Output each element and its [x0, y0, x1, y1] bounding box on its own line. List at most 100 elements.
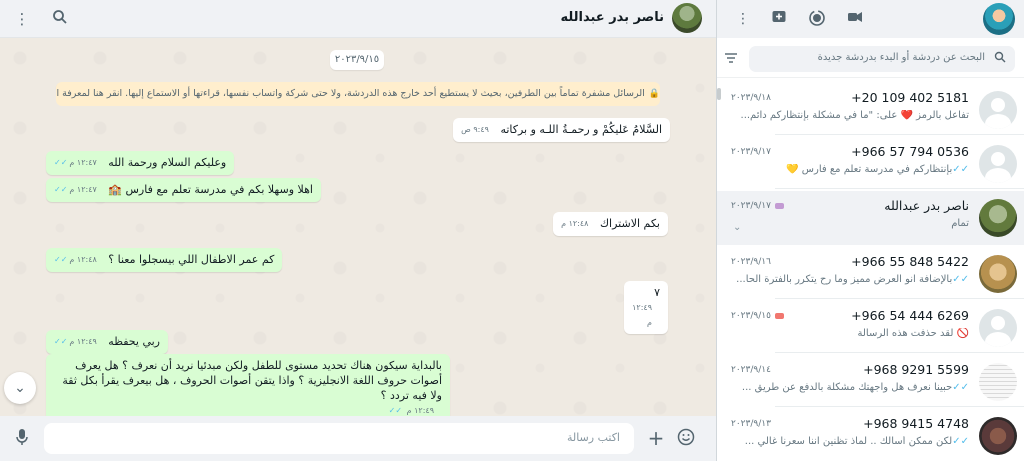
more-options-icon[interactable]: ⋮ — [733, 9, 753, 29]
chat-header[interactable]: ⋮ ناصر بدر عبدالله — [0, 0, 716, 38]
message-text: ربي يحفظه — [108, 335, 160, 348]
chat-date: ٢٠٢٣/٩/١٧ — [731, 201, 771, 211]
contact-avatar[interactable] — [672, 3, 702, 33]
chat-preview: ✓✓حبينا نعرف هل واجهتك مشكلة بالدفع عن ط… — [741, 382, 969, 393]
encryption-notice[interactable]: 🔒الرسائل مشفرة تماماً بين الطرفين، بحيث … — [56, 82, 660, 106]
chat-list-item[interactable]: +966 55 848 5422 ٢٠٢٣/٩/١٦ ✓✓بالإضافة ان… — [717, 247, 1024, 299]
status-icon[interactable] — [807, 9, 827, 29]
search-input[interactable]: البحث عن دردشة أو البدء بدردشة جديدة — [749, 46, 1015, 72]
label-tag-icon — [775, 313, 784, 319]
chat-list-item[interactable]: +966 54 444 6269 ٢٠٢٣/٩/١٥ 🚫 لقد حذفت هذ… — [717, 301, 1024, 353]
chat-list-item-active[interactable]: ناصر بدر عبدالله ٢٠٢٣/٩/١٧ تمام ⌄ — [717, 191, 1024, 245]
chat-name: +966 54 444 6269 — [851, 308, 969, 323]
read-tick-icon: ✓✓ — [54, 158, 68, 167]
message-text: ٧ — [654, 286, 660, 299]
message-area: ٢٠٢٣/٩/١٥ 🔒الرسائل مشفرة تماماً بين الطر… — [0, 38, 716, 416]
chat-date: ٢٠٢٣/٩/١٧ — [731, 147, 771, 157]
message-time: ١٢:٤٨ م — [561, 219, 589, 228]
chevron-down-icon[interactable]: ⌄ — [733, 222, 741, 233]
chat-name: +20 109 402 5181 — [851, 90, 969, 105]
message-time: ١٢:٤٩ م — [632, 303, 652, 327]
avatar — [979, 363, 1017, 401]
chat-name: +966 55 848 5422 — [851, 254, 969, 269]
search-icon — [994, 51, 1006, 66]
read-tick-icon: ✓✓ — [952, 436, 969, 447]
communities-icon[interactable] — [845, 9, 865, 29]
read-tick-icon: ✓✓ — [952, 274, 969, 285]
chat-list-item[interactable]: +968 9291 5599 ٢٠٢٣/٩/١٤ ✓✓حبينا نعرف هل… — [717, 355, 1024, 407]
divider — [775, 134, 1024, 135]
divider — [775, 406, 1024, 407]
chat-date: ٢٠٢٣/٩/١٨ — [731, 93, 771, 103]
scroll-down-button[interactable]: ⌄ — [4, 372, 36, 404]
read-tick-icon: ✓✓ — [952, 164, 969, 175]
message-text: بالبداية سيكون هناك تحديد مستوى للطفل ول… — [62, 359, 442, 402]
read-tick-icon: ✓✓ — [54, 255, 68, 264]
chat-name: +966 57 794 0536 — [851, 144, 969, 159]
composer: اكتب رسالة + — [0, 416, 716, 461]
chat-list-item[interactable]: +968 9415 4748 ٢٠٢٣/٩/١٣ ✓✓لكن ممكن أسأل… — [717, 409, 1024, 461]
emoji-icon[interactable] — [676, 428, 696, 448]
message-time: ١٢:٤٧ م — [69, 158, 97, 167]
message-time: ١٢:٤٨ م — [69, 255, 97, 264]
avatar — [979, 417, 1017, 455]
divider — [775, 188, 1024, 189]
search-icon[interactable] — [50, 9, 70, 29]
chat-name: ناصر بدر عبدالله — [884, 198, 969, 213]
divider — [775, 352, 1024, 353]
chat-preview: ✓✓لكن ممكن أسألك .. لماذ تظنين اننا سعرن… — [744, 436, 969, 447]
message-text: السَّلامُ عَليكُمْ و رحمـةُ اللـه و بركا… — [500, 123, 662, 136]
encryption-notice-text: الرسائل مشفرة تماماً بين الطرفين، بحيث ل… — [56, 88, 645, 99]
chat-list: +20 109 402 5181 ٢٠٢٣/٩/١٨ تفاعل بالرمز … — [717, 79, 1024, 461]
chat-name: +968 9415 4748 — [863, 416, 969, 431]
message-bubble[interactable]: ٧ ١٢:٤٩ م — [624, 281, 668, 334]
chat-list-panel: ⋮ البحث عن دردشة أو البدء بدردشة جديدة +… — [716, 0, 1024, 461]
chat-preview: ✓✓بإنتظاركم في مدرسة تعلم مع فارس 💛 — [786, 164, 969, 175]
message-bubble[interactable]: وعليكم السلام ورحمة الله ١٢:٤٧ م✓✓ — [46, 151, 235, 175]
message-text: كم عمر الاطفال اللي بيسجلوا معنا ؟ — [108, 253, 275, 266]
message-time: ١٢:٤٩ م — [69, 337, 97, 346]
message-bubble[interactable]: كم عمر الاطفال اللي بيسجلوا معنا ؟ ١٢:٤٨… — [46, 248, 283, 272]
chat-preview: 🚫 لقد حذفت هذه الرسالة — [857, 328, 970, 339]
lock-icon: 🔒 — [648, 89, 660, 99]
avatar — [979, 145, 1017, 183]
profile-avatar[interactable] — [983, 3, 1015, 35]
message-input[interactable]: اكتب رسالة — [44, 423, 634, 454]
chat-panel: ⋮ ناصر بدر عبدالله ٢٠٢٣/٩/١٥ 🔒الرسائل مش… — [0, 0, 716, 461]
message-text: اهلا وسهلا بكم في مدرسة تعلم مع فارس 🏫 — [108, 183, 313, 196]
chevron-down-icon: ⌄ — [14, 380, 26, 396]
message-time: ١٢:٤٧ م — [69, 185, 97, 194]
more-options-icon[interactable]: ⋮ — [12, 9, 32, 29]
read-tick-icon: ✓✓ — [54, 337, 68, 346]
date-chip: ٢٠٢٣/٩/١٥ — [330, 50, 384, 70]
chat-preview: تمام — [951, 218, 969, 229]
avatar — [979, 309, 1017, 347]
avatar — [979, 91, 1017, 129]
attach-plus-icon[interactable]: + — [646, 428, 666, 448]
message-bubble[interactable]: اهلا وسهلا بكم في مدرسة تعلم مع فارس 🏫 ١… — [46, 178, 321, 202]
microphone-icon[interactable] — [12, 428, 32, 448]
chat-list-item[interactable]: +966 57 794 0536 ٢٠٢٣/٩/١٧ ✓✓بإنتظاركم ف… — [717, 137, 1024, 189]
message-text: وعليكم السلام ورحمة الله — [108, 156, 227, 169]
avatar — [979, 255, 1017, 293]
filter-icon[interactable] — [725, 52, 737, 66]
read-tick-icon: ✓✓ — [54, 185, 68, 194]
message-bubble[interactable]: ربي يحفظه ١٢:٤٩ م✓✓ — [46, 330, 168, 354]
message-bubble[interactable]: بكم الاشتراك ١٢:٤٨ م — [553, 212, 668, 236]
search-row: البحث عن دردشة أو البدء بدردشة جديدة — [717, 40, 1024, 78]
chat-date: ٢٠٢٣/٩/١٤ — [731, 365, 771, 375]
message-time: ١٢:٤٩ م — [406, 406, 434, 415]
search-placeholder: البحث عن دردشة أو البدء بدردشة جديدة — [817, 52, 985, 63]
chat-preview: تفاعل بالرمز ❤️ على: "ما في مشكلة بإنتظا… — [740, 110, 969, 121]
chat-list-item[interactable]: +20 109 402 5181 ٢٠٢٣/٩/١٨ تفاعل بالرمز … — [717, 83, 1024, 135]
message-bubble[interactable]: السَّلامُ عَليكُمْ و رحمـةُ اللـه و بركا… — [453, 118, 670, 142]
chat-date: ٢٠٢٣/٩/١٦ — [731, 257, 771, 267]
new-chat-icon[interactable] — [769, 9, 789, 29]
read-tick-icon: ✓✓ — [388, 406, 403, 415]
message-bubble[interactable]: بالبداية سيكون هناك تحديد مستوى للطفل ول… — [46, 354, 450, 416]
contact-name[interactable]: ناصر بدر عبدالله — [560, 10, 664, 25]
message-time: ٩:٤٩ ص — [461, 125, 489, 134]
avatar — [979, 199, 1017, 237]
chat-preview: ✓✓بالإضافة انو العرض مميز وما رح يتكرر ب… — [737, 274, 969, 285]
label-tag-icon — [775, 203, 784, 209]
